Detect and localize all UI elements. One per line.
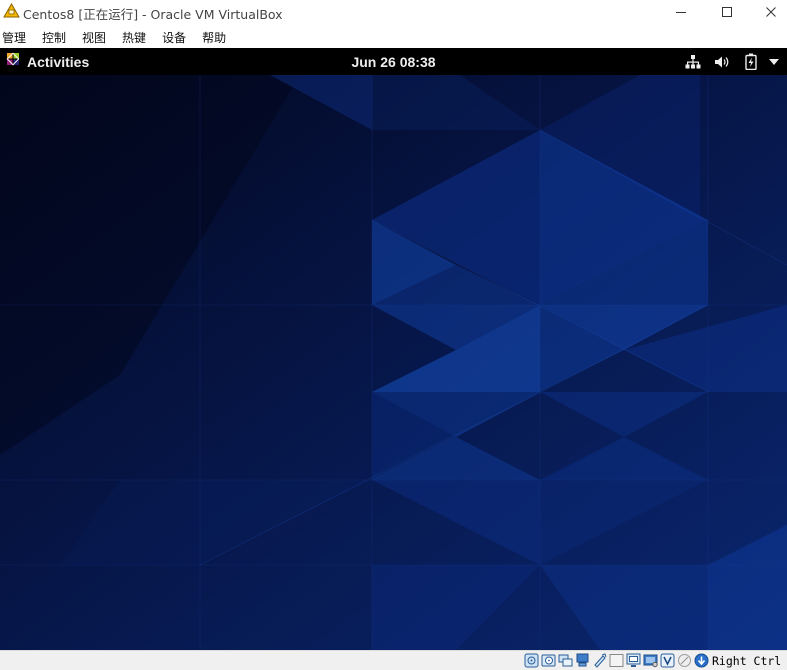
vm-display[interactable]: Activities Jun 26 08:38 xyxy=(0,48,787,650)
menu-bar: 管理 控制 视图 热键 设备 帮助 xyxy=(0,27,787,47)
close-button[interactable] xyxy=(748,0,787,24)
hard-disk-icon[interactable] xyxy=(523,652,539,668)
menu-help[interactable]: 帮助 xyxy=(200,27,226,47)
menu-devices[interactable]: 设备 xyxy=(160,27,186,47)
window-titlebar[interactable]: Centos8 [正在运行] - Oracle VM VirtualBox xyxy=(0,0,787,24)
clock[interactable]: Jun 26 08:38 xyxy=(0,54,787,70)
network-icon[interactable] xyxy=(574,652,590,668)
host-key-label: Right Ctrl xyxy=(712,654,782,668)
gnome-top-bar: Activities Jun 26 08:38 xyxy=(0,48,787,75)
menu-view[interactable]: 视图 xyxy=(80,27,106,47)
vt-x-icon[interactable] xyxy=(659,652,675,668)
battery-charging-icon[interactable] xyxy=(743,53,759,70)
system-menu-arrow-icon[interactable] xyxy=(767,53,781,70)
status-bar: Right Ctrl xyxy=(0,650,787,670)
display-icon[interactable] xyxy=(625,652,641,668)
virtualbox-icon xyxy=(3,2,20,20)
window-title: Centos8 [正在运行] - Oracle VM VirtualBox xyxy=(23,7,283,22)
audio-icon[interactable] xyxy=(557,652,573,668)
optical-drive-icon[interactable] xyxy=(540,652,556,668)
video-capture-icon[interactable] xyxy=(642,652,658,668)
shared-folders-icon[interactable] xyxy=(608,652,624,668)
usb-icon[interactable] xyxy=(591,652,607,668)
mouse-integration-icon[interactable] xyxy=(676,652,692,668)
minimize-button[interactable] xyxy=(658,0,704,24)
menu-control[interactable]: 控制 xyxy=(40,27,66,47)
network-wired-icon[interactable] xyxy=(684,53,702,70)
menu-manage[interactable]: 管理 xyxy=(0,27,26,47)
volume-icon[interactable] xyxy=(712,53,732,70)
menu-hotkeys[interactable]: 热键 xyxy=(120,27,146,47)
maximize-button[interactable] xyxy=(704,0,750,24)
desktop-wallpaper xyxy=(0,75,787,650)
host-key-arrow-icon xyxy=(693,652,709,668)
